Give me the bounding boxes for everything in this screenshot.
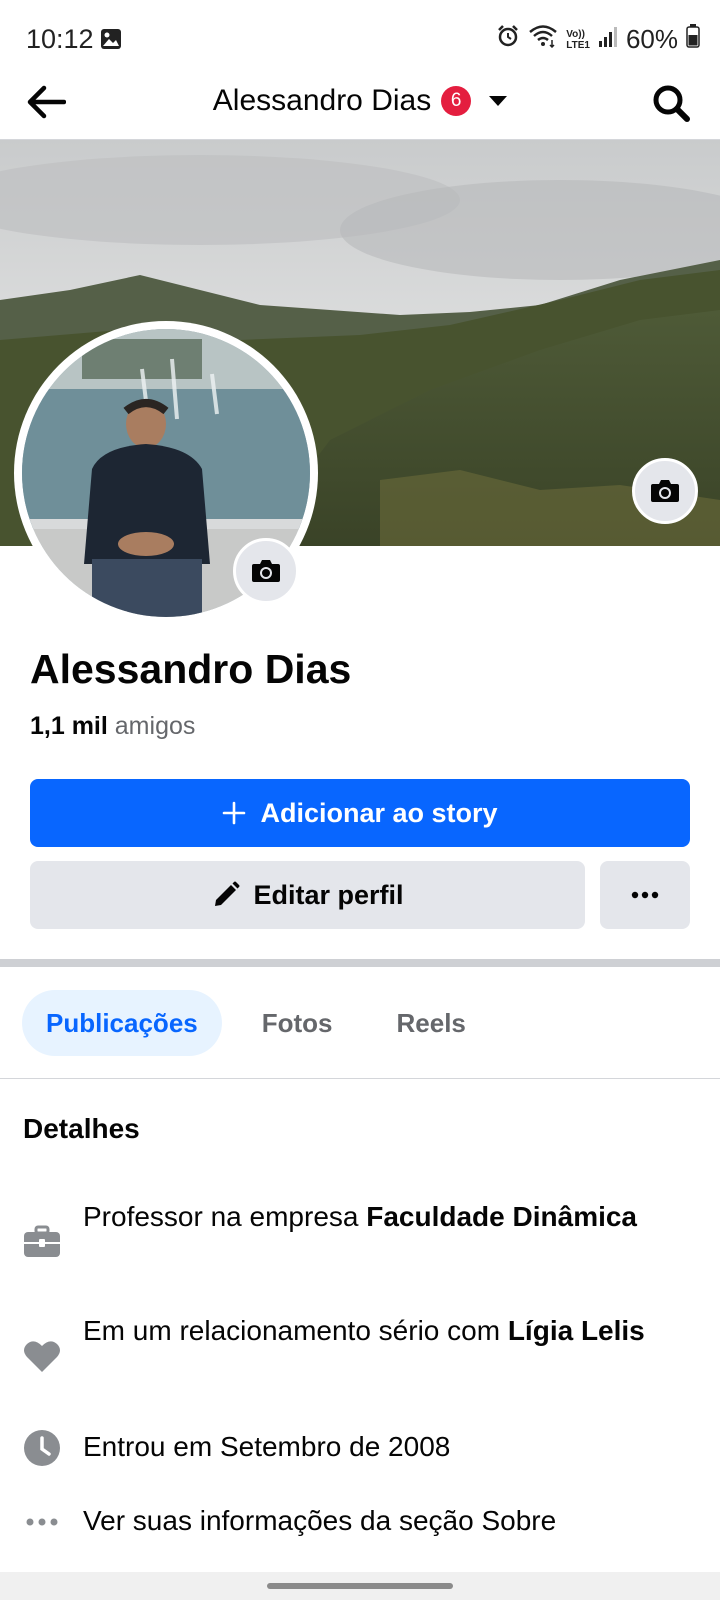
tab-fotos[interactable]: Fotos <box>238 990 357 1056</box>
pencil-icon <box>215 881 240 906</box>
volte-top-text: Vo)) <box>566 28 585 40</box>
battery-text: 60% <box>625 24 678 54</box>
header-title: Alessandro Dias <box>212 84 432 117</box>
notification-badge: 6 <box>441 86 472 116</box>
relationship-prefix: Em um relacionamento sério com <box>83 1315 508 1346</box>
plus-icon <box>223 801 246 825</box>
battery-icon <box>686 24 700 55</box>
tab-reels[interactable]: Reels <box>373 990 490 1056</box>
camera-icon <box>252 560 280 582</box>
status-bar: 10:12 Vo)) LTE1 60% <box>0 0 720 80</box>
more-dots-icon <box>631 891 659 899</box>
clock-icon <box>22 1428 62 1468</box>
tabs-divider <box>0 1078 720 1079</box>
volte-icon: Vo)) LTE1 <box>566 29 590 51</box>
camera-icon <box>651 480 679 502</box>
status-icons: Vo)) LTE1 60% <box>496 24 700 55</box>
caret-down-icon <box>489 96 508 106</box>
more-dots-icon <box>22 1502 62 1542</box>
more-options-button[interactable] <box>600 861 690 929</box>
heart-icon <box>22 1336 62 1376</box>
edit-profile-picture-button[interactable] <box>233 538 299 604</box>
profile-name: Alessandro Dias <box>30 646 352 692</box>
alarm-icon <box>496 24 520 55</box>
joined-text: Entrou em Setembro de 2008 <box>83 1431 451 1462</box>
about-link[interactable]: Ver suas informações da seção Sobre <box>83 1502 683 1540</box>
work-place-link[interactable]: Faculdade Dinâmica <box>366 1201 637 1232</box>
friends-count: 1,1 mil <box>30 712 108 740</box>
edit-cover-button[interactable] <box>632 458 698 524</box>
search-icon <box>653 85 690 122</box>
signal-icon <box>598 24 618 55</box>
add-to-story-button[interactable]: Adicionar ao story <box>30 779 690 847</box>
edit-profile-button[interactable]: Editar perfil <box>30 861 585 929</box>
friends-count-link[interactable]: 1,1 mil amigos <box>30 712 195 741</box>
edit-profile-label: Editar perfil <box>253 879 404 910</box>
friends-label: amigos <box>114 712 196 740</box>
work-prefix: Professor na empresa <box>83 1201 367 1232</box>
wifi-icon <box>528 24 558 55</box>
profile-tabs: Publicações Fotos Reels <box>22 990 490 1056</box>
add-to-story-label: Adicionar ao story <box>260 797 498 828</box>
details-title: Detalhes <box>23 1113 140 1144</box>
app-header: Alessandro Dias 6 <box>0 70 720 140</box>
volte-bottom-text: LTE1 <box>566 39 590 51</box>
gallery-icon <box>100 28 122 55</box>
tab-publicacoes[interactable]: Publicações <box>22 990 222 1056</box>
search-button[interactable] <box>646 78 696 128</box>
profile-switcher[interactable]: Alessandro Dias 6 <box>0 84 720 118</box>
relationship-person-link[interactable]: Lígia Lelis <box>508 1315 645 1346</box>
home-indicator[interactable] <box>267 1583 453 1589</box>
briefcase-icon <box>22 1222 62 1262</box>
status-time: 10:12 <box>26 24 94 54</box>
section-divider <box>0 959 720 967</box>
